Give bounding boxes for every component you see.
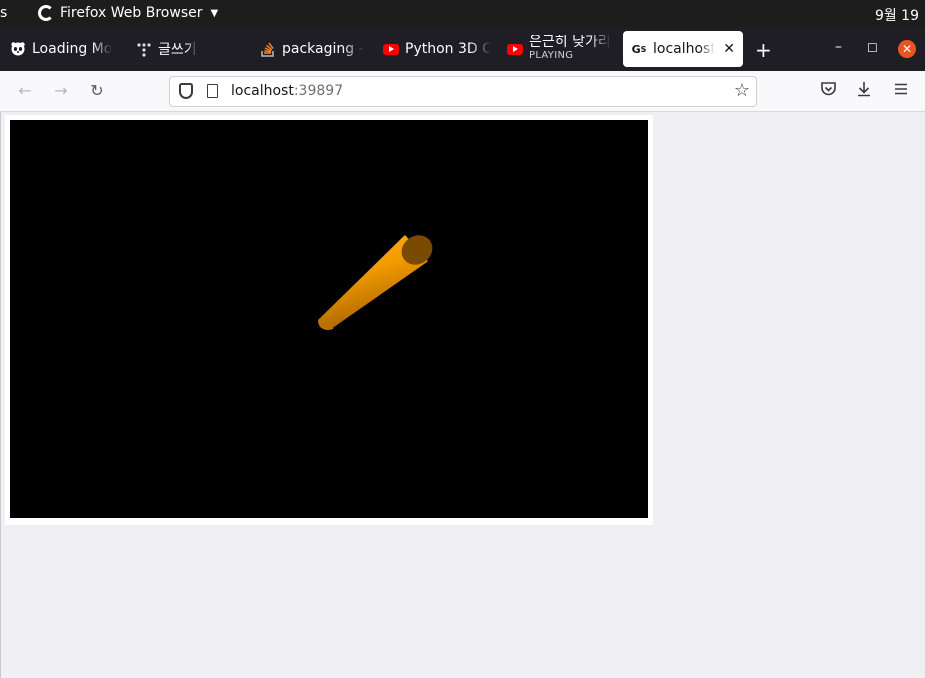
url-port: :39897: [293, 83, 344, 99]
close-tab-icon[interactable]: ✕: [723, 41, 735, 57]
clock[interactable]: 9월 19: [875, 5, 919, 25]
orange-cylinder: [318, 235, 433, 330]
bookmark-star-icon[interactable]: ☆: [734, 80, 750, 101]
tab-title: 은근히 낮가리: [529, 35, 611, 49]
pocket-button[interactable]: [820, 81, 837, 101]
tab-strip: Loading Mo 글쓰기 packaging - Python 3D C 은…: [0, 27, 925, 71]
reload-button[interactable]: ↻: [87, 81, 107, 101]
url-host: localhost: [231, 83, 294, 99]
url-bar[interactable]: localhost:39897 ☆: [169, 76, 757, 107]
youtube-icon: [383, 41, 399, 57]
close-window-button[interactable]: ✕: [898, 40, 916, 58]
tab-title: packaging -: [282, 41, 364, 57]
system-top-bar: s Firefox Web Browser ▼ 9월 19: [0, 0, 925, 27]
panda-icon: [10, 41, 26, 57]
tab-localhost[interactable]: GS localhost: ✕: [623, 31, 743, 67]
tab-title: Python 3D C: [405, 41, 491, 57]
gs-icon: GS: [631, 42, 647, 56]
page-content: [0, 112, 925, 678]
canvas-frame: [5, 115, 653, 525]
tab-stackoverflow[interactable]: packaging -: [260, 31, 364, 67]
tab-title: 글쓰기: [158, 42, 197, 58]
stackoverflow-icon: [260, 41, 276, 57]
hamburger-menu-button[interactable]: [893, 81, 909, 101]
tab-youtube-python[interactable]: Python 3D C: [383, 31, 491, 67]
forward-button[interactable]: →: [51, 81, 71, 101]
tracking-shield-icon[interactable]: [179, 83, 193, 99]
activities-button[interactable]: s: [0, 5, 7, 21]
app-menu[interactable]: Firefox Web Browser ▼: [38, 5, 218, 21]
render-canvas[interactable]: [10, 120, 648, 518]
tab-tistory[interactable]: 글쓰기: [136, 31, 216, 67]
minimize-button[interactable]: –: [835, 39, 842, 55]
page-info-icon[interactable]: [207, 84, 218, 98]
tab-title: Loading Mo: [32, 41, 113, 57]
scene-svg: [318, 235, 433, 330]
back-button[interactable]: ←: [15, 81, 35, 101]
nav-toolbar: ← → ↻ localhost:39897 ☆: [0, 71, 925, 112]
downloads-button[interactable]: [856, 81, 872, 101]
tistory-icon: [136, 41, 152, 57]
tab-title: localhost:: [653, 41, 716, 57]
caret-down-icon: ▼: [210, 7, 219, 19]
tab-loading[interactable]: Loading Mo: [10, 31, 114, 67]
youtube-icon: [507, 41, 523, 57]
url-text[interactable]: localhost:39897: [231, 83, 343, 99]
tab-playing-label: PLAYING: [529, 50, 574, 61]
firefox-icon: [38, 5, 54, 21]
new-tab-button[interactable]: +: [755, 38, 772, 62]
tab-youtube-playing[interactable]: 은근히 낮가리 PLAYING: [507, 31, 611, 67]
maximize-button[interactable]: ☐: [867, 41, 878, 55]
app-menu-label: Firefox Web Browser: [60, 5, 203, 21]
